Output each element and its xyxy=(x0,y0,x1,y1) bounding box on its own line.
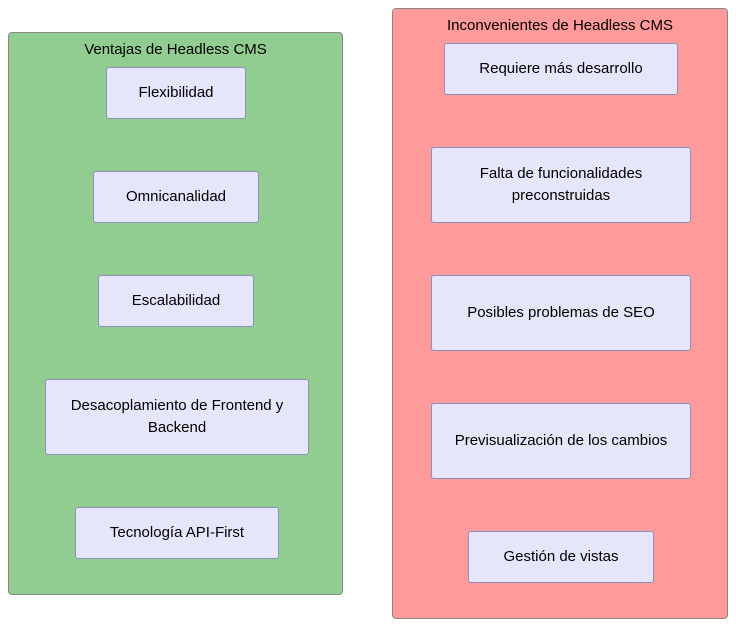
disadvantage-item: Falta de funcionalidades preconstruidas xyxy=(431,147,691,223)
advantage-item-label: Omnicanalidad xyxy=(126,186,226,209)
disadvantage-item: Requiere más desarrollo xyxy=(444,43,678,95)
advantage-item-label: Escalabilidad xyxy=(132,290,220,313)
disadvantage-item-label: Posibles problemas de SEO xyxy=(467,302,655,325)
disadvantages-panel: Inconvenientes de Headless CMS Requiere … xyxy=(392,8,728,619)
advantage-item: Escalabilidad xyxy=(98,275,254,327)
advantage-item: Flexibilidad xyxy=(106,67,246,119)
advantage-item-label: Tecnología API-First xyxy=(110,522,244,545)
advantage-item: Tecnología API-First xyxy=(75,507,279,559)
disadvantage-item: Gestión de vistas xyxy=(468,531,654,583)
disadvantage-item-label: Previsualización de los cambios xyxy=(455,430,668,453)
disadvantage-item-label: Falta de funcionalidades preconstruidas xyxy=(442,163,680,208)
disadvantage-item-label: Requiere más desarrollo xyxy=(479,58,642,81)
disadvantage-item-label: Gestión de vistas xyxy=(503,546,618,569)
advantages-title: Ventajas de Headless CMS xyxy=(9,33,342,61)
disadvantage-item: Previsualización de los cambios xyxy=(431,403,691,479)
disadvantages-title: Inconvenientes de Headless CMS xyxy=(393,9,727,37)
advantage-item: Omnicanalidad xyxy=(93,171,259,223)
advantage-item: Desacoplamiento de Frontend y Backend xyxy=(45,379,309,455)
advantage-item-label: Flexibilidad xyxy=(138,82,213,105)
disadvantage-item: Posibles problemas de SEO xyxy=(431,275,691,351)
advantages-panel: Ventajas de Headless CMS Flexibilidad Om… xyxy=(8,32,343,595)
advantage-item-label: Desacoplamiento de Frontend y Backend xyxy=(56,395,298,440)
